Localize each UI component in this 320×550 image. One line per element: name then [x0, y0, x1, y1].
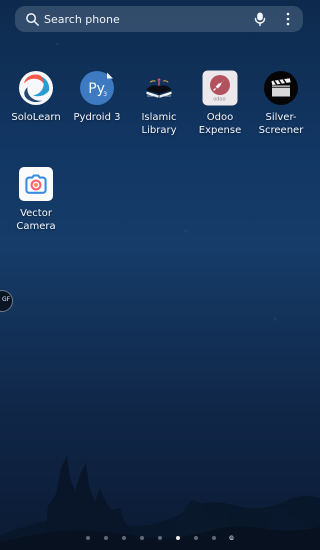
app-label: Pydroid 3 — [73, 112, 121, 123]
pydroid-icon[interactable]: Py 3 — [79, 70, 115, 106]
page-dot — [86, 536, 90, 540]
app-odoo-expense[interactable]: odoo Odoo Expense — [189, 70, 251, 138]
app-label: Vector Camera — [16, 208, 56, 232]
page-dot — [104, 536, 108, 540]
app-label: Silver- Screener — [258, 112, 304, 136]
page-end-label: C — [229, 535, 234, 542]
page-dot — [212, 536, 216, 540]
clapperboard-icon[interactable] — [263, 70, 299, 106]
page-dot — [122, 536, 126, 540]
camera-icon[interactable] — [18, 166, 54, 202]
tree-silhouette — [0, 456, 320, 550]
page-dot — [140, 536, 144, 540]
app-pydroid[interactable]: Py 3 Pydroid 3 — [66, 70, 128, 125]
app-sololearn[interactable]: SoloLearn — [5, 70, 67, 125]
search-icon[interactable] — [25, 12, 40, 27]
app-label: SoloLearn — [11, 112, 61, 123]
app-label: Odoo Expense — [198, 112, 242, 136]
edge-tab-label: GF — [2, 296, 11, 303]
page-dot-current — [176, 536, 180, 540]
islamic-library-icon[interactable] — [141, 70, 177, 106]
app-label: Islamic Library — [141, 112, 177, 136]
app-islamic-library[interactable]: Islamic Library — [128, 70, 190, 138]
search-bar[interactable]: Search phone — [15, 6, 303, 32]
app-vector-camera[interactable]: Vector Camera — [5, 166, 67, 234]
sololearn-icon[interactable] — [18, 70, 54, 106]
app-silver-screener[interactable]: Silver- Screener — [250, 70, 312, 138]
microphone-icon[interactable] — [253, 11, 267, 27]
page-dot — [194, 536, 198, 540]
page-indicator — [86, 536, 234, 540]
svg-text:3: 3 — [103, 91, 107, 98]
more-vertical-icon[interactable] — [281, 11, 295, 27]
odoo-expense-icon[interactable]: odoo — [202, 70, 238, 106]
svg-text:odoo: odoo — [213, 97, 225, 103]
search-input[interactable]: Search phone — [44, 14, 253, 25]
page-dot — [158, 536, 162, 540]
